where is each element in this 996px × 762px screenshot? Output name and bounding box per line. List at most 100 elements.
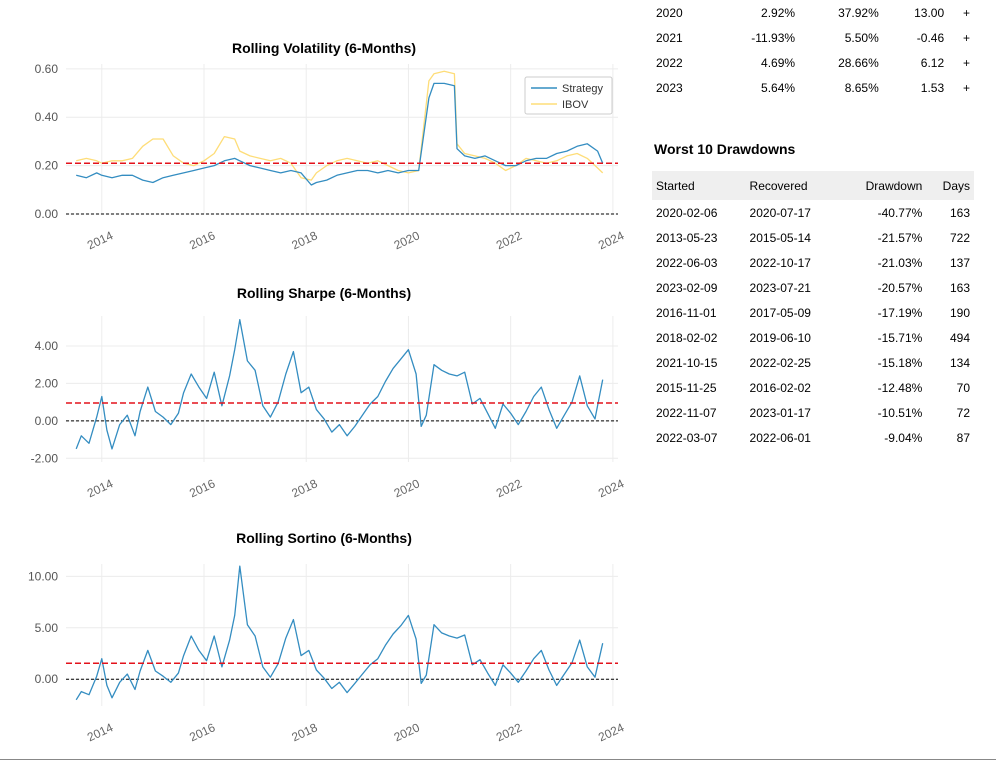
drawdown-cell: -17.19% xyxy=(877,305,923,320)
chart-title: Rolling Sortino (6-Months) xyxy=(236,530,412,546)
series-line-strategy xyxy=(76,82,604,186)
table-row: 2023-02-09 2023-07-21 -20.57% 163 xyxy=(652,275,974,300)
days-cell: 163 xyxy=(949,280,970,295)
header-recovered: Recovered xyxy=(745,171,840,200)
year-cell: 2023 xyxy=(656,80,683,95)
x-tick-label: 2016 xyxy=(187,476,217,500)
table-row: 2018-02-02 2019-06-10 -15.71% 494 xyxy=(652,325,974,350)
x-axis: 2014 2016 2018 2020 2022 2024 xyxy=(85,720,627,744)
bottom-divider xyxy=(0,759,996,760)
table-row: 2022-11-07 2023-01-17 -10.51% 72 xyxy=(652,400,974,425)
header-started: Started xyxy=(652,171,746,200)
y-tick-label: 0.00 xyxy=(35,672,59,686)
won-cell: + xyxy=(962,55,970,70)
header-days: Days xyxy=(926,171,974,200)
x-tick-label: 2014 xyxy=(85,228,115,252)
started-cell: 2020-02-06 xyxy=(656,205,718,220)
table-row: 2023 5.64% 8.65% 1.53 + xyxy=(652,75,974,100)
started-cell: 2015-11-25 xyxy=(656,380,717,395)
table-header-row: Started Recovered Drawdown Days xyxy=(652,171,974,200)
charts-area: Rolling Volatility (6-Months) 0.000.200.… xyxy=(28,40,627,744)
multiplier-cell: 1.53 xyxy=(920,80,945,95)
year-cell: 2022 xyxy=(656,55,683,70)
recovered-cell: 2023-07-21 xyxy=(749,280,811,295)
recovered-cell: 2017-05-09 xyxy=(749,305,811,320)
recovered-cell: 2022-10-17 xyxy=(749,255,811,270)
days-cell: 134 xyxy=(949,355,970,370)
legend: Strategy IBOV xyxy=(524,76,613,115)
legend-ibov-label: IBOV xyxy=(562,99,589,111)
rolling-sortino-chart: Rolling Sortino (6-Months) 0.00 5.00 10.00… xyxy=(28,530,627,744)
table-row: 2021 -11.93% 5.50% -0.46 + xyxy=(652,25,974,50)
y-axis: -2.00 0.00 2.00 4.00 xyxy=(31,339,59,465)
table-row: 2022-03-07 2022-06-01 -9.04% 87 xyxy=(652,425,974,450)
won-cell: + xyxy=(962,5,970,20)
started-cell: 2022-03-07 xyxy=(656,430,718,445)
started-cell: 2016-11-01 xyxy=(656,305,717,320)
table-row: 2013-05-23 2015-05-14 -21.57% 722 xyxy=(652,225,974,250)
chart-title: Rolling Volatility (6-Months) xyxy=(232,40,416,56)
x-tick-label: 2020 xyxy=(392,228,422,252)
x-tick-label: 2024 xyxy=(596,228,626,252)
multiplier-cell: 13.00 xyxy=(914,5,945,20)
y-tick-label: 0.00 xyxy=(35,207,59,221)
x-tick-label: 2020 xyxy=(392,720,422,744)
year-cell: 2020 xyxy=(656,5,683,20)
drawdown-cell: -10.51% xyxy=(877,405,923,420)
days-cell: 190 xyxy=(949,305,970,320)
drawdown-cell: -20.57% xyxy=(877,280,923,295)
y-tick-label: 2.00 xyxy=(35,376,59,390)
y-tick-label: 0.60 xyxy=(35,62,59,76)
multiplier-cell: -0.46 xyxy=(916,30,945,45)
recovered-cell: 2015-05-14 xyxy=(749,230,811,245)
started-cell: 2018-02-02 xyxy=(656,330,718,345)
rolling-sharpe-chart: Rolling Sharpe (6-Months) -2.00 0.00 2.00 4… xyxy=(31,285,627,500)
drawdown-cell: -12.48% xyxy=(877,380,923,395)
drawdowns-heading: Worst 10 Drawdowns xyxy=(654,141,796,157)
x-tick-label: 2024 xyxy=(596,720,626,744)
x-tick-label: 2022 xyxy=(494,476,524,500)
days-cell: 163 xyxy=(949,205,970,220)
recovered-cell: 2022-06-01 xyxy=(749,430,811,445)
table-row: 2021-10-15 2022-02-25 -15.18% 134 xyxy=(652,350,974,375)
drawdown-cell: -40.77% xyxy=(877,205,923,220)
won-cell: + xyxy=(962,80,970,95)
legend-strategy-label: Strategy xyxy=(562,83,603,95)
header-drawdown: Drawdown xyxy=(839,171,927,200)
x-tick-label: 2016 xyxy=(187,720,217,744)
y-tick-label: 0.40 xyxy=(35,110,59,124)
x-tick-label: 2020 xyxy=(392,476,422,500)
recovered-cell: 2020-07-17 xyxy=(749,205,811,220)
drawdown-cell: -15.71% xyxy=(877,330,923,345)
worst-drawdowns-table: Started Recovered Drawdown Days 2020-02-… xyxy=(652,171,974,450)
started-cell: 2021-10-15 xyxy=(656,355,718,370)
rolling-volatility-chart: Rolling Volatility (6-Months) 0.000.200.… xyxy=(35,40,627,252)
drawdown-cell: -9.04% xyxy=(884,430,923,445)
started-cell: 2023-02-09 xyxy=(656,280,718,295)
x-tick-label: 2022 xyxy=(494,228,524,252)
benchmark-return-cell: 28.66% xyxy=(838,55,879,70)
y-tick-label: 5.00 xyxy=(35,621,59,635)
x-tick-label: 2018 xyxy=(289,720,319,744)
y-tick-label: 4.00 xyxy=(35,339,59,353)
benchmark-return-cell: 37.92% xyxy=(838,5,879,20)
x-axis: 2014 2016 2018 2020 2022 2024 xyxy=(85,476,627,500)
table-row: 2016-11-01 2017-05-09 -17.19% 190 xyxy=(652,300,974,325)
recovered-cell: 2019-06-10 xyxy=(749,330,811,345)
drawdown-cell: -21.03% xyxy=(877,255,923,270)
series-lines xyxy=(75,319,604,450)
benchmark-return-cell: 8.65% xyxy=(844,80,879,95)
drawdown-cell: -21.57% xyxy=(877,230,923,245)
x-tick-label: 2016 xyxy=(187,228,217,252)
strategy-return-cell: 2.92% xyxy=(761,5,796,20)
table-row: 2022-06-03 2022-10-17 -21.03% 137 xyxy=(652,250,974,275)
table-row: 2015-11-25 2016-02-02 -12.48% 70 xyxy=(652,375,974,400)
days-cell: 137 xyxy=(949,255,970,270)
series-lines xyxy=(76,70,604,186)
won-cell: + xyxy=(962,30,970,45)
y-axis: 0.00 0.20 0.40 0.60 xyxy=(35,62,59,221)
table-row: 2022 4.69% 28.66% 6.12 + xyxy=(652,50,974,75)
drawdowns-body: 2020-02-06 2020-07-17 -40.77% 163 2013-05-23… xyxy=(652,200,974,450)
multiplier-cell: 6.12 xyxy=(920,55,945,70)
recovered-cell: 2023-01-17 xyxy=(749,405,811,420)
